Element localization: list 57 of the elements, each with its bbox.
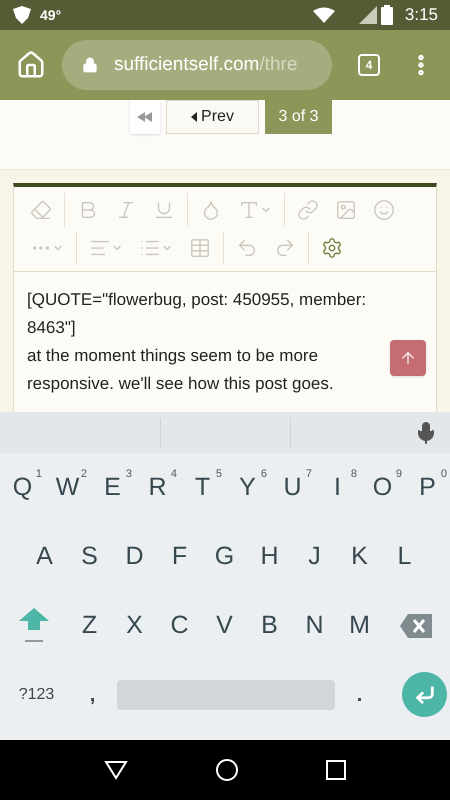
symbols-key[interactable]: ?123	[3, 670, 70, 720]
key-hint: 7	[306, 466, 312, 482]
key[interactable]: T 5	[180, 458, 225, 518]
space-bar[interactable]	[117, 680, 335, 710]
key[interactable]: P 0	[405, 458, 450, 518]
key[interactable]: ,	[70, 670, 115, 720]
key-hint: 0	[440, 466, 447, 482]
temperature: 49°	[40, 6, 62, 24]
key[interactable]: K	[337, 526, 382, 586]
lock-icon	[82, 57, 98, 73]
key[interactable]: C	[157, 596, 202, 656]
url: sufficientself.com/thre	[114, 52, 298, 77]
key[interactable]: F	[157, 526, 202, 586]
key[interactable]: S	[67, 526, 112, 586]
key[interactable]: J	[292, 526, 337, 586]
enter-key[interactable]	[402, 672, 447, 717]
key-hint: 4	[170, 466, 177, 482]
key-hint: 5	[216, 466, 222, 482]
left-triangle-icon	[191, 112, 198, 122]
key-hint: 6	[260, 466, 267, 482]
shift-icon	[18, 608, 48, 644]
prev-button[interactable]: Prev	[166, 100, 259, 134]
key[interactable]: G	[202, 526, 247, 586]
home-button-icon[interactable]	[214, 758, 239, 782]
key[interactable]: V	[202, 596, 247, 656]
signal-icon	[358, 6, 377, 24]
home-icon[interactable]	[16, 50, 46, 80]
key[interactable]: X	[112, 596, 157, 656]
key-hint: 8	[350, 466, 357, 482]
enter-icon	[414, 684, 436, 706]
key[interactable]: E 3	[90, 458, 135, 518]
key[interactable]: B	[247, 596, 292, 656]
key-hint: 9	[396, 466, 402, 482]
battery-icon	[380, 5, 393, 25]
key[interactable]: M	[337, 596, 382, 656]
recents-icon[interactable]	[326, 760, 346, 780]
key-hint: 1	[36, 466, 42, 482]
key[interactable]: H	[247, 526, 292, 586]
shield-icon	[12, 6, 32, 24]
key[interactable]: .	[337, 670, 382, 720]
key[interactable]: N	[292, 596, 337, 656]
clock: 3:15	[404, 4, 438, 26]
back-icon[interactable]	[104, 760, 128, 780]
key[interactable]: I 8	[315, 458, 360, 518]
key[interactable]: D	[112, 526, 157, 586]
key[interactable]: Z	[67, 596, 112, 656]
editor-text: at the moment things seem to be more responsive. we'll see how this post goes.	[27, 345, 335, 395]
scroll-top-button[interactable]	[390, 340, 426, 376]
wifi-icon	[312, 7, 335, 23]
key[interactable]: Y 6	[225, 458, 270, 518]
key-hint: 2	[80, 466, 87, 482]
first-page-button[interactable]	[130, 100, 160, 134]
key[interactable]: L	[382, 526, 427, 586]
double-left-icon	[137, 112, 153, 122]
key-hint: 3	[126, 466, 132, 482]
backspace-icon	[400, 614, 432, 638]
key[interactable]: A	[22, 526, 67, 586]
